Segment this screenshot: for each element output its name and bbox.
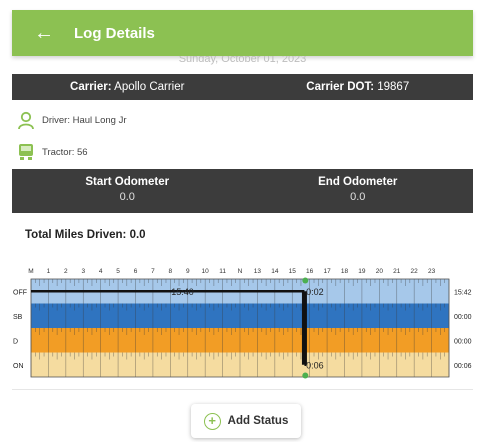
carrier-label: Carrier: [70, 81, 112, 93]
row-label-sb: SB [13, 314, 23, 321]
hour-label: 20 [376, 268, 384, 275]
hour-label: 22 [411, 268, 419, 275]
plus-circle-icon: + [203, 412, 221, 430]
carrier-dot-value: 19867 [377, 81, 410, 93]
hour-label: 9 [186, 268, 190, 275]
hour-label: 8 [169, 268, 173, 275]
hour-label: 18 [341, 268, 349, 275]
tractor-label: Tractor: [42, 146, 75, 158]
driver-icon [18, 111, 34, 130]
carrier-bar: Carrier: Apollo Carrier Carrier DOT: 198… [12, 74, 473, 100]
hour-label: N [238, 268, 243, 275]
row-total-on: 00:06 [454, 363, 472, 370]
hour-label: 17 [323, 268, 331, 275]
hour-label: 13 [254, 268, 262, 275]
hour-label: 16 [306, 268, 314, 275]
hour-label: 14 [271, 268, 279, 275]
total-miles-value: 0.0 [129, 229, 146, 241]
driver-label: Driver: [42, 114, 70, 126]
end-odometer-cell: End Odometer 0.0 [243, 169, 474, 213]
app-bar: ← Log Details [12, 10, 473, 56]
hour-label: 19 [358, 268, 366, 275]
end-odometer-label: End Odometer [318, 176, 398, 188]
row-total-sb: 00:00 [454, 314, 472, 321]
end-odometer-value: 0.0 [350, 191, 366, 203]
hour-label: 15 [289, 268, 297, 275]
carrier-cell: Carrier: Apollo Carrier [12, 81, 243, 93]
row-total-d: 00:00 [454, 338, 472, 345]
hour-label: 7 [151, 268, 155, 275]
tractor-value: 56 [77, 146, 88, 158]
hour-label: 23 [428, 268, 436, 275]
carrier-dot-label: Carrier DOT: [306, 81, 375, 93]
time-annotation: 15:40 [171, 287, 194, 297]
total-miles: Total Miles Driven: 0.0 [25, 229, 146, 241]
hour-label: 10 [202, 268, 210, 275]
carrier-value: Apollo Carrier [114, 81, 185, 93]
add-status-button[interactable]: + Add Status [191, 404, 301, 438]
start-odometer-label: Start Odometer [85, 176, 170, 188]
hour-label: 3 [81, 268, 85, 275]
tractor-row: Tractor: 56 [16, 142, 88, 162]
driver-value: Haul Long Jr [72, 114, 127, 126]
hour-label: 11 [219, 268, 226, 275]
tractor-icon [19, 144, 33, 160]
divider [12, 389, 473, 390]
row-label-on: ON [13, 363, 24, 370]
time-annotation: 0:02 [306, 287, 324, 297]
start-odometer-cell: Start Odometer 0.0 [12, 169, 243, 213]
odometer-bar: Start Odometer 0.0 End Odometer 0.0 [12, 169, 473, 213]
hour-label: 4 [99, 268, 103, 275]
carrier-dot-cell: Carrier DOT: 19867 [243, 81, 474, 93]
row-label-d: D [13, 338, 18, 345]
hour-label: M [28, 268, 33, 275]
row-label-off: OFF [13, 289, 27, 296]
back-arrow-icon[interactable]: ← [34, 10, 74, 56]
current-time-marker-bottom [302, 372, 309, 379]
driver-row: Driver: Haul Long Jr [16, 110, 127, 130]
start-odometer-value: 0.0 [119, 191, 135, 203]
total-miles-label: Total Miles Driven: [25, 229, 127, 241]
page-title: Log Details [74, 24, 155, 42]
hour-label: 2 [64, 268, 68, 275]
hour-label: 5 [116, 268, 120, 275]
current-time-marker-top [302, 277, 309, 284]
date-label-partially-hidden: Sunday, October 01, 2023 [178, 56, 307, 65]
hour-label: 1 [47, 268, 51, 275]
hour-label: 21 [393, 268, 401, 275]
time-annotation: 0:06 [306, 360, 324, 370]
row-total-off: 15:42 [454, 289, 472, 296]
duty-status-graph: M 1 2 3 4 5 6 7 8 9 10 11 N 13 14 15 16 17 18 19 20 21 22 23OFF… [13, 268, 472, 379]
hour-label: 6 [134, 268, 138, 275]
add-status-label: Add Status [227, 415, 289, 427]
